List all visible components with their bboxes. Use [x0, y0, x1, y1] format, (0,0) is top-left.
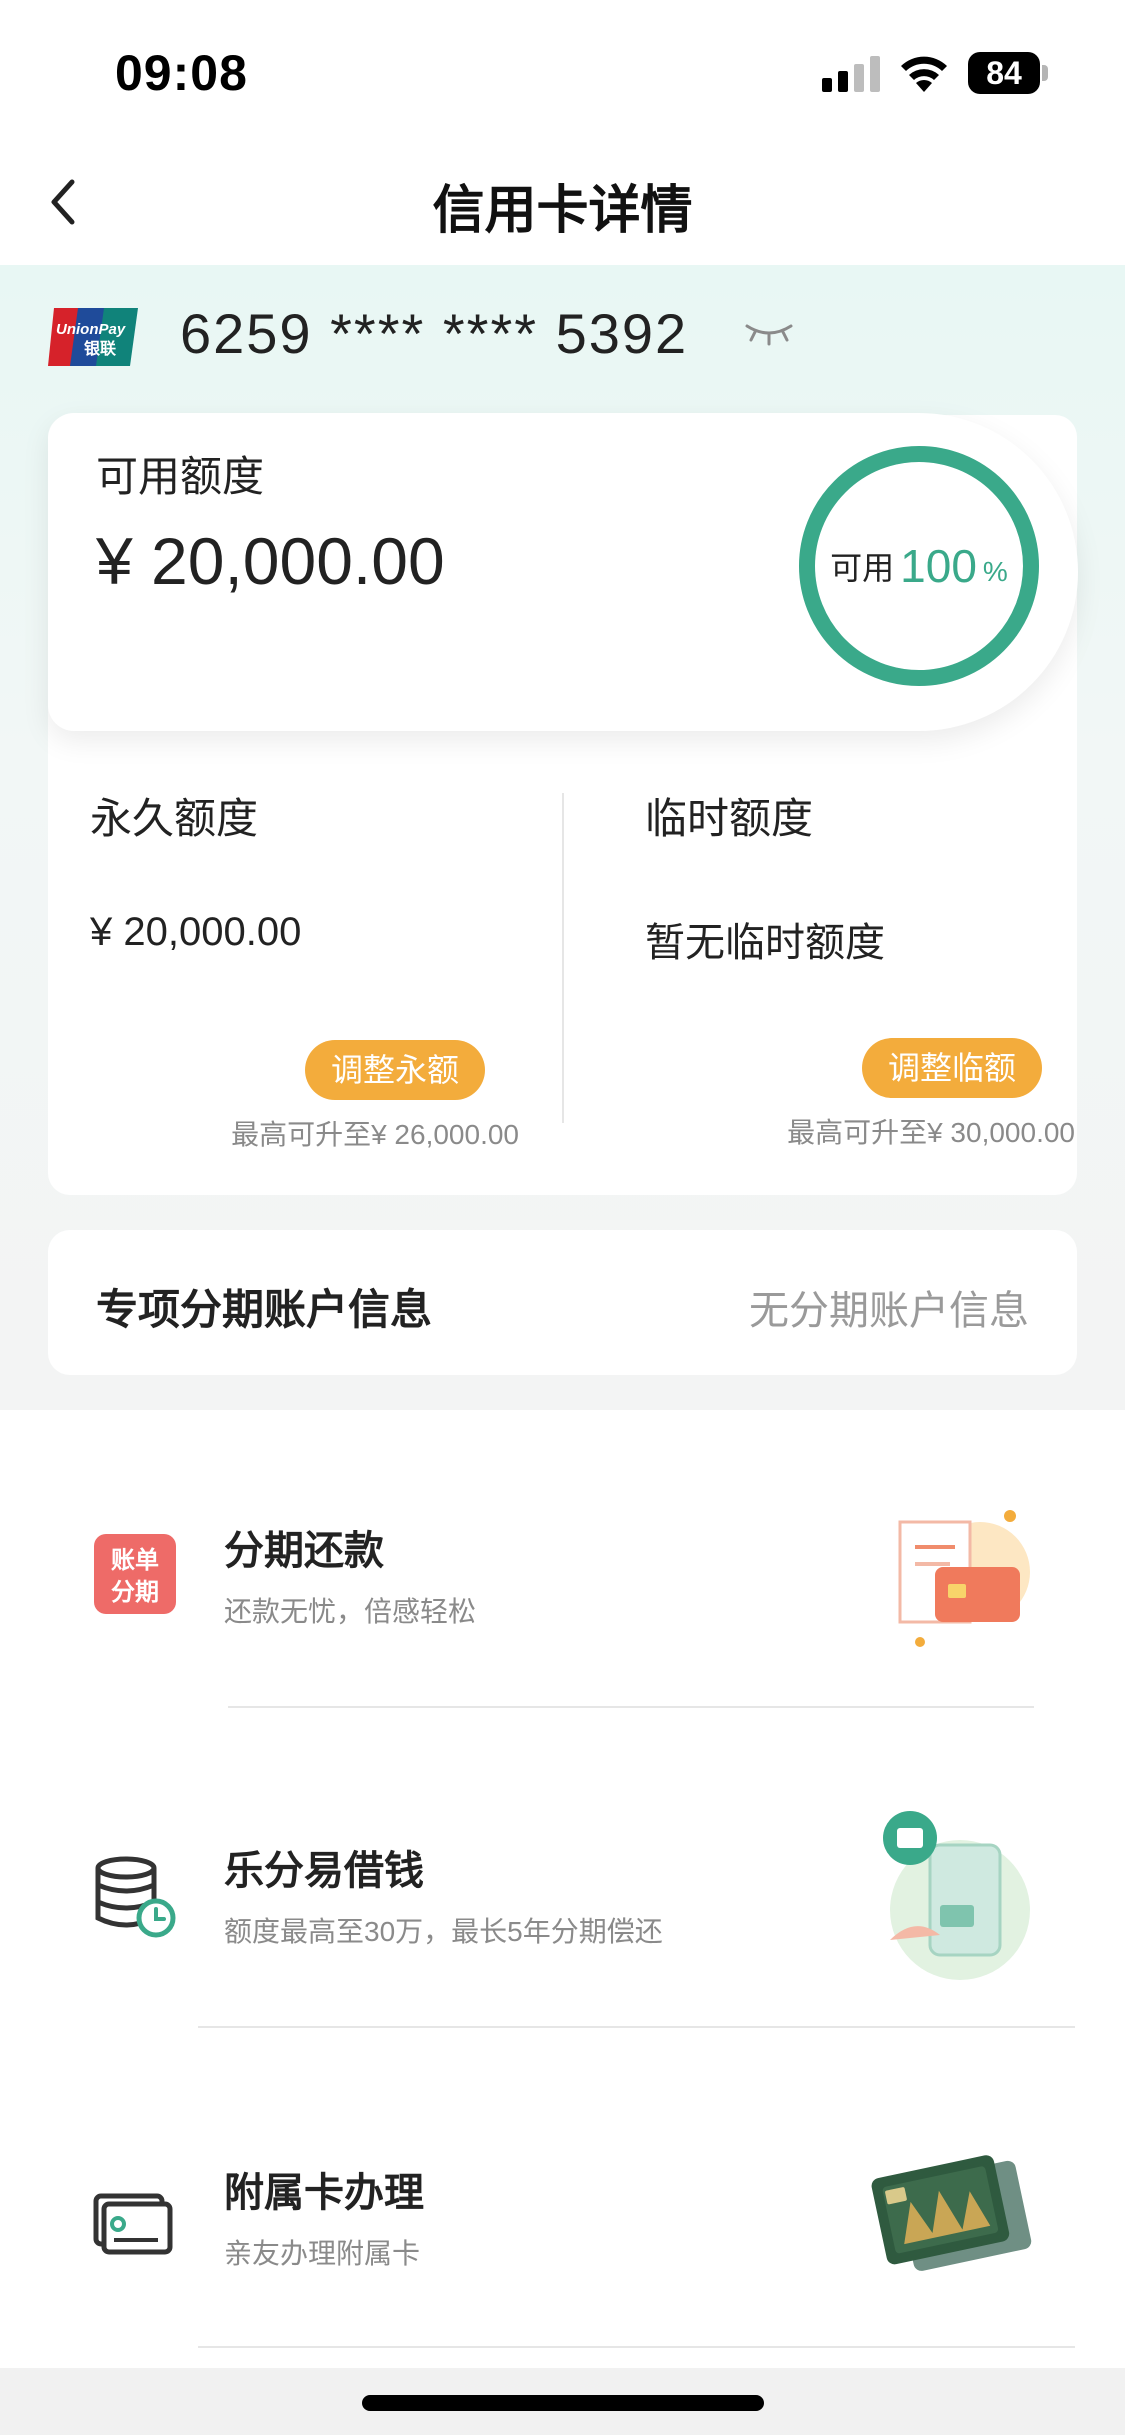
- ring-unit: %: [982, 556, 1008, 587]
- card-summary-section: UnionPay 银联 6259 **** **** 5392 可用额度 ¥ 2…: [0, 265, 1125, 1375]
- eye-closed-icon[interactable]: [745, 320, 793, 346]
- service-divider: [228, 1706, 1034, 1708]
- services-list: 账单 分期 分期还款 还款无忧，倍感轻松 乐分易借钱 额度最高至30万，最长5年…: [0, 1410, 1125, 2368]
- installment-illustration: [898, 1510, 1030, 1647]
- service-subtitle: 额度最高至30万，最长5年分期偿还: [224, 1916, 663, 1947]
- permanent-limit-value: ¥ 20,000.00: [90, 910, 302, 954]
- card-icon: [93, 2193, 173, 2255]
- service-subtitle: 亲友办理附属卡: [224, 2238, 421, 2269]
- card-number: 6259 **** **** 5392: [180, 302, 689, 365]
- supplementary-card-illustration: [871, 2155, 1032, 2271]
- page-title: 信用卡详情: [432, 182, 693, 240]
- temporary-max-note: 最高可升至¥ 30,000.00: [787, 1117, 1075, 1148]
- ring-percent: 100: [900, 540, 977, 592]
- permanent-limit-title: 永久额度: [90, 795, 259, 842]
- battery-icon: 84: [968, 52, 1048, 94]
- bill-icon-text-2: 分期: [111, 1578, 159, 1606]
- installment-account-value: 无分期账户信息: [749, 1289, 1029, 1333]
- permanent-limit: 永久额度 ¥ 20,000.00: [90, 785, 590, 955]
- ring-label: 可用: [830, 550, 895, 586]
- installment-account-row[interactable]: 专项分期账户信息 无分期账户信息: [48, 1230, 1077, 1375]
- nav-bar: 信用卡详情: [0, 140, 1125, 265]
- cellular-signal-icon: [822, 56, 880, 92]
- service-supplementary-card[interactable]: 附属卡办理 亲友办理附属卡: [0, 2050, 1125, 2370]
- wifi-icon: [901, 56, 947, 92]
- permanent-max-note: 最高可升至¥ 26,000.00: [231, 1119, 519, 1150]
- available-credit-amount: ¥ 20,000.00: [96, 524, 445, 598]
- bill-installment-icon: 账单 分期: [94, 1534, 176, 1614]
- service-divider: [198, 2346, 1075, 2348]
- coin-stack-clock-icon: [95, 1856, 176, 1938]
- installment-account-title: 专项分期账户信息: [96, 1286, 433, 1333]
- bill-icon-text-1: 账单: [111, 1546, 159, 1574]
- battery-level: 84: [968, 52, 1040, 94]
- service-installment-repay[interactable]: 账单 分期 分期还款 还款无忧，倍感轻松: [0, 1410, 1125, 1730]
- service-lefenyi-loan[interactable]: 乐分易借钱 额度最高至30万，最长5年分期偿还: [0, 1730, 1125, 2050]
- status-time: 09:08: [115, 45, 248, 101]
- adjust-temporary-button[interactable]: 调整临额: [862, 1038, 1043, 1098]
- unionpay-logo: UnionPay 银联: [48, 308, 138, 366]
- service-title: 附属卡办理: [224, 2171, 424, 2215]
- service-divider: [198, 2026, 1075, 2028]
- ring-label-group: 可用 100 %: [796, 443, 1042, 689]
- service-title: 分期还款: [224, 1529, 384, 1573]
- adjust-permanent-button[interactable]: 调整永额: [305, 1040, 486, 1100]
- available-credit-card: 可用额度 ¥ 20,000.00 可用 100 %: [48, 413, 1078, 731]
- available-credit-label: 可用额度: [96, 453, 265, 500]
- home-indicator: [362, 2395, 764, 2411]
- temporary-limit-value: 暂无临时额度: [645, 921, 885, 965]
- svg-text:UnionPay: UnionPay: [56, 321, 126, 338]
- limit-divider: [562, 793, 564, 1123]
- service-title: 乐分易借钱: [224, 1849, 424, 1893]
- svg-text:银联: 银联: [84, 339, 116, 358]
- loan-illustration: [883, 1811, 1030, 1980]
- temporary-limit-title: 临时额度: [645, 795, 814, 842]
- temporary-limit: 临时额度 暂无临时额度: [645, 785, 1125, 968]
- service-subtitle: 还款无忧，倍感轻松: [224, 1596, 477, 1627]
- status-bar: 09:08 84: [0, 0, 1125, 140]
